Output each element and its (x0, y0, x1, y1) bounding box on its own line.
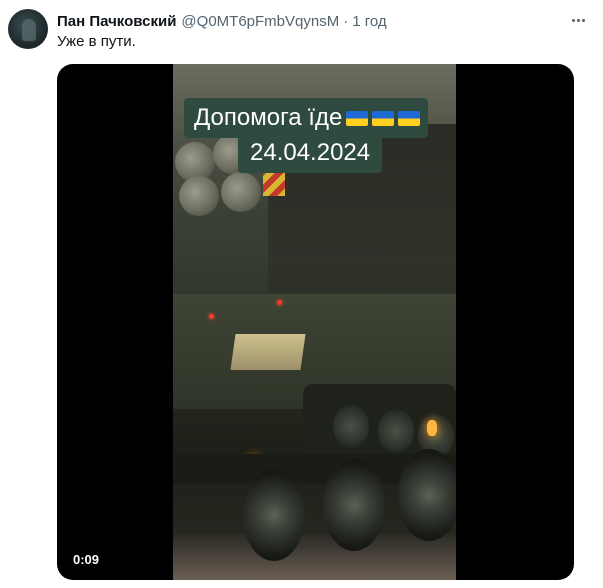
author-name[interactable]: Пан Пачковский (57, 13, 176, 30)
scene-floor (173, 534, 456, 580)
scene-trailer-wheel (323, 459, 385, 551)
ukraine-flag-icon (398, 110, 421, 126)
separator-dot: · (343, 12, 349, 30)
avatar[interactable] (8, 9, 48, 49)
video-caption-line2: 24.04.2024 (238, 133, 383, 173)
scene-plate (230, 334, 306, 370)
tweet-time[interactable]: 1 год (352, 13, 386, 30)
scene-red-light (277, 300, 282, 305)
ukraine-flag-icon (346, 110, 369, 126)
video-player[interactable]: Допомога їде 24.04.2024 0:09 (57, 64, 574, 580)
ukraine-flag-icon (372, 110, 395, 126)
more-options-icon[interactable] (567, 11, 589, 29)
scene-road-wheel (378, 409, 414, 453)
caption-text: Допомога їде (194, 104, 343, 131)
avatar-figure (22, 19, 36, 41)
scene-road-wheel (333, 404, 369, 448)
author-handle[interactable]: @Q0MT6pFmbVqynsM (181, 13, 339, 30)
tweet-text: Уже в пути. (57, 33, 136, 50)
caption-date: 24.04.2024 (250, 139, 371, 166)
scene-trailer-wheel (398, 449, 456, 541)
video-caption-line1: Допомога їде (184, 98, 429, 138)
video-timestamp: 0:09 (73, 552, 100, 567)
scene-round (179, 176, 219, 216)
scene-round (221, 172, 261, 212)
scene-red-light (209, 314, 214, 319)
scene-trailer-wheel (243, 469, 305, 561)
tweet-header: Пан Пачковский @Q0MT6pFmbVqynsM · 1 год (57, 11, 387, 31)
tweet: Пан Пачковский @Q0MT6pFmbVqynsM · 1 год … (0, 0, 603, 588)
scene-amber-light (427, 420, 437, 436)
